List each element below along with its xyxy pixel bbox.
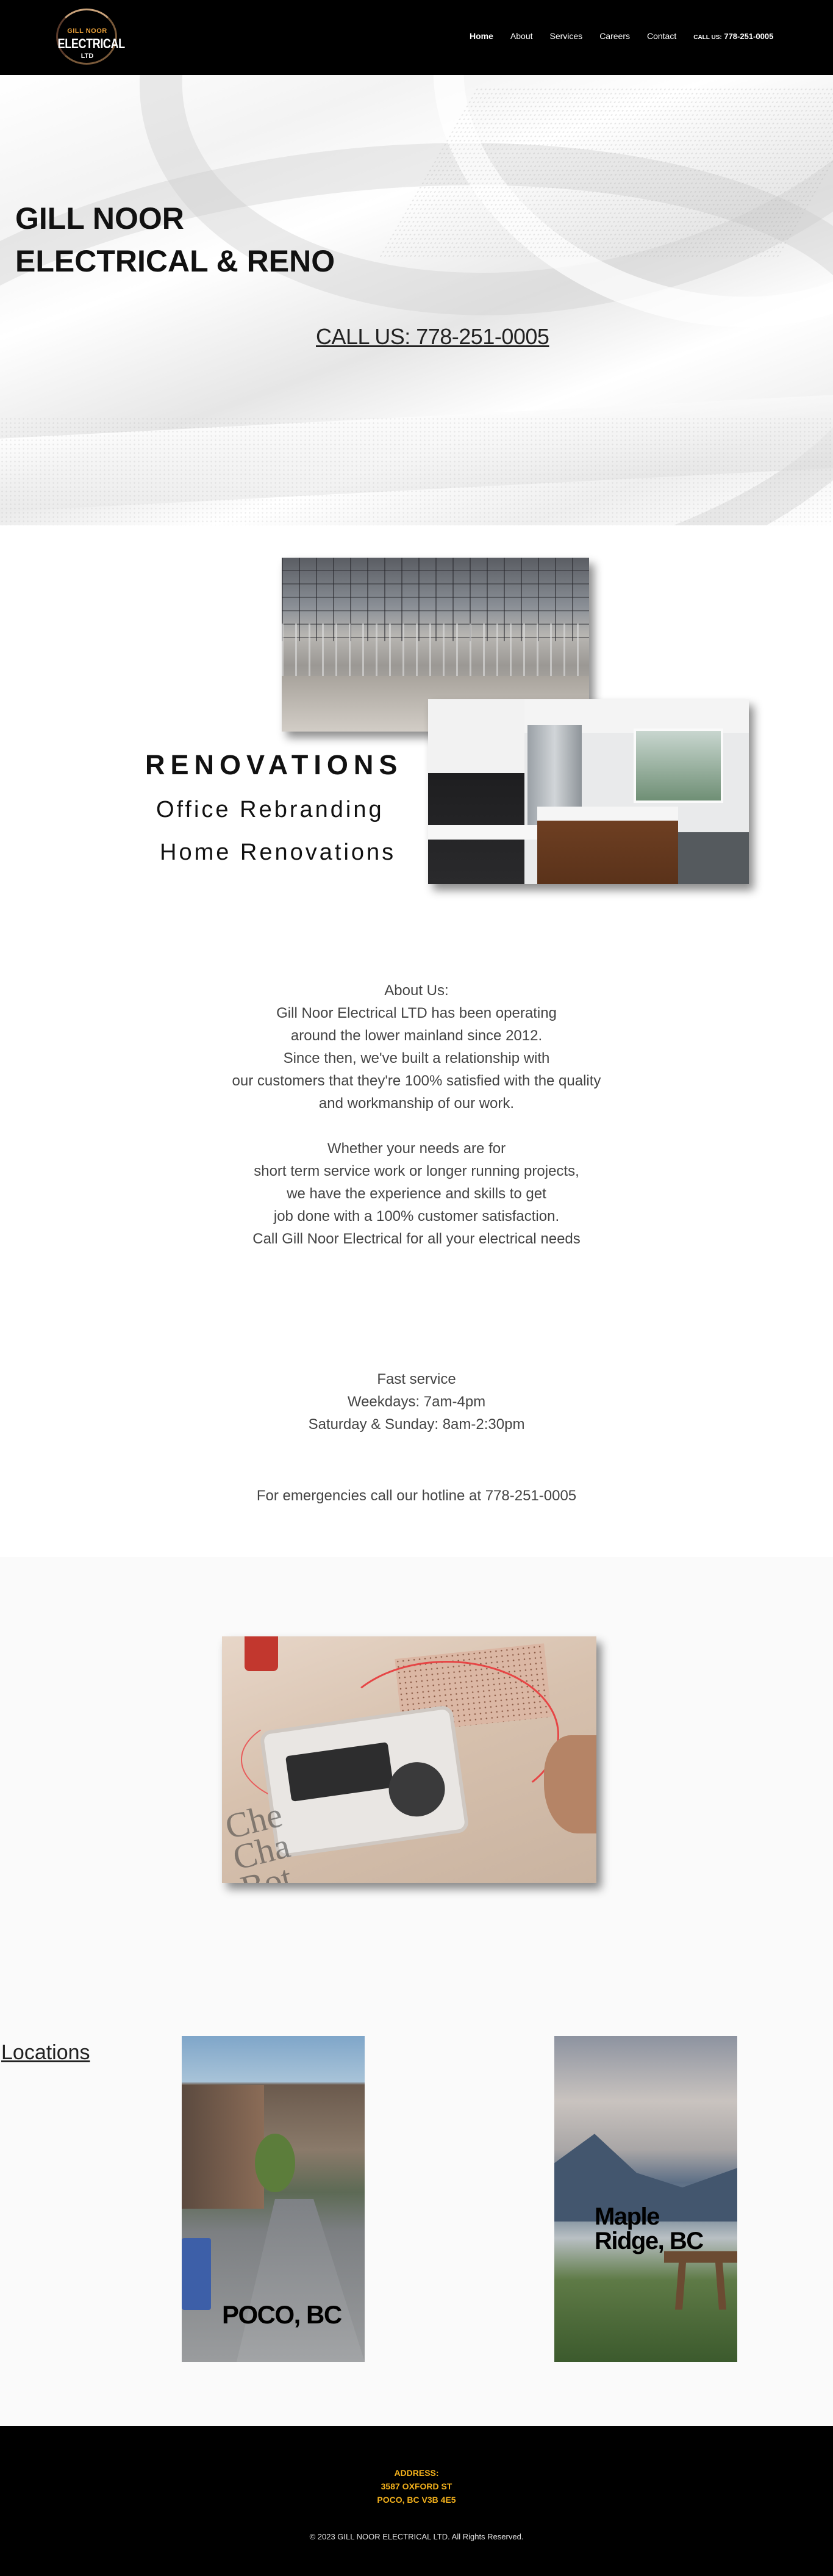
nav-call-prefix: CALL US: xyxy=(693,34,722,41)
hero-title-line1: GILL NOOR xyxy=(15,201,184,236)
renovations-line-office: Office Rebranding xyxy=(156,797,384,822)
site-header: GILL NOOR ELECTRICAL LTD Home About Serv… xyxy=(0,0,833,75)
hero-banner: GILL NOOR ELECTRICAL & RENO CALL US: 778… xyxy=(0,75,833,525)
about-section: About Us: Gill Noor Electrical LTD has b… xyxy=(173,979,660,1250)
location-card-poco[interactable]: POCO, BC xyxy=(182,2036,365,2362)
about-line: Since then, we've built a relationship w… xyxy=(283,1050,550,1067)
address-city: POCO, BC V3B 4E5 xyxy=(377,2495,456,2505)
location-title-poco: POCO, BC xyxy=(222,2300,342,2329)
hero-dot-pattern xyxy=(0,417,833,525)
about-line: Whether your needs are for xyxy=(327,1140,506,1157)
about-line: About Us: xyxy=(384,982,449,999)
kitchen-photo xyxy=(428,699,749,884)
about-line: Gill Noor Electrical LTD has been operat… xyxy=(276,1005,557,1021)
about-line: around the lower mainland since 2012. xyxy=(290,1027,543,1044)
about-line: short term service work or longer runnin… xyxy=(254,1163,579,1179)
about-line: our customers that they're 100% satisfie… xyxy=(232,1073,601,1089)
about-line: Call Gill Noor Electrical for all your e… xyxy=(252,1231,581,1247)
site-footer: ADDRESS: 3587 OXFORD ST POCO, BC V3B 4E5… xyxy=(0,2426,833,2576)
hero-title: GILL NOOR ELECTRICAL & RENO xyxy=(15,197,335,282)
emergency-hotline: For emergencies call our hotline at 778-… xyxy=(256,1488,577,1504)
locations-heading-link[interactable]: Locations xyxy=(1,2041,90,2065)
footer-address: ADDRESS: 3587 OXFORD ST POCO, BC V3B 4E5 xyxy=(295,2466,538,2506)
address-label: ADDRESS: xyxy=(394,2468,439,2478)
renovations-title: RENOVATIONS xyxy=(145,749,403,780)
logo-text-main: ELECTRICAL xyxy=(57,36,126,51)
company-logo[interactable]: GILL NOOR ELECTRICAL LTD xyxy=(51,7,126,66)
about-line: we have the experience and skills to get xyxy=(287,1185,546,1202)
nav-call-link[interactable]: CALL US: 778-251-0005 xyxy=(693,32,773,41)
hero-title-line2: ELECTRICAL & RENO xyxy=(15,244,335,278)
address-street: 3587 OXFORD ST xyxy=(381,2481,452,2491)
renovations-line-home: Home Renovations xyxy=(160,840,396,865)
nav-call-number: 778-251-0005 xyxy=(724,31,774,41)
nav-services[interactable]: Services xyxy=(550,31,583,41)
footer-copyright: © 2023 GILL NOOR ELECTRICAL LTD. All Rig… xyxy=(309,2532,524,2541)
multimeter-photo: Che Cha Bot xyxy=(222,1636,596,1883)
location-title-maple-ridge: Maple Ridge, BC xyxy=(595,2203,704,2254)
hours-line: Fast service xyxy=(377,1371,456,1387)
nav-contact[interactable]: Contact xyxy=(647,31,676,41)
nav-careers[interactable]: Careers xyxy=(599,31,630,41)
service-hours: Fast service Weekdays: 7am-4pm Saturday … xyxy=(234,1368,599,1436)
nav-about[interactable]: About xyxy=(510,31,533,41)
hours-line: Saturday & Sunday: 8am-2:30pm xyxy=(308,1416,525,1433)
logo-text-top: GILL NOOR xyxy=(67,27,107,35)
logo-text-bottom: LTD xyxy=(80,52,94,60)
main-nav: Home About Services Careers Contact CALL… xyxy=(470,30,773,42)
about-line: job done with a 100% customer satisfacti… xyxy=(273,1208,560,1225)
hours-line: Weekdays: 7am-4pm xyxy=(347,1394,486,1410)
about-line: and workmanship of our work. xyxy=(318,1095,515,1112)
location-card-maple-ridge[interactable]: Maple Ridge, BC xyxy=(554,2036,737,2362)
nav-home[interactable]: Home xyxy=(470,31,493,41)
hero-call-link[interactable]: CALL US: 778-251-0005 xyxy=(316,324,549,350)
